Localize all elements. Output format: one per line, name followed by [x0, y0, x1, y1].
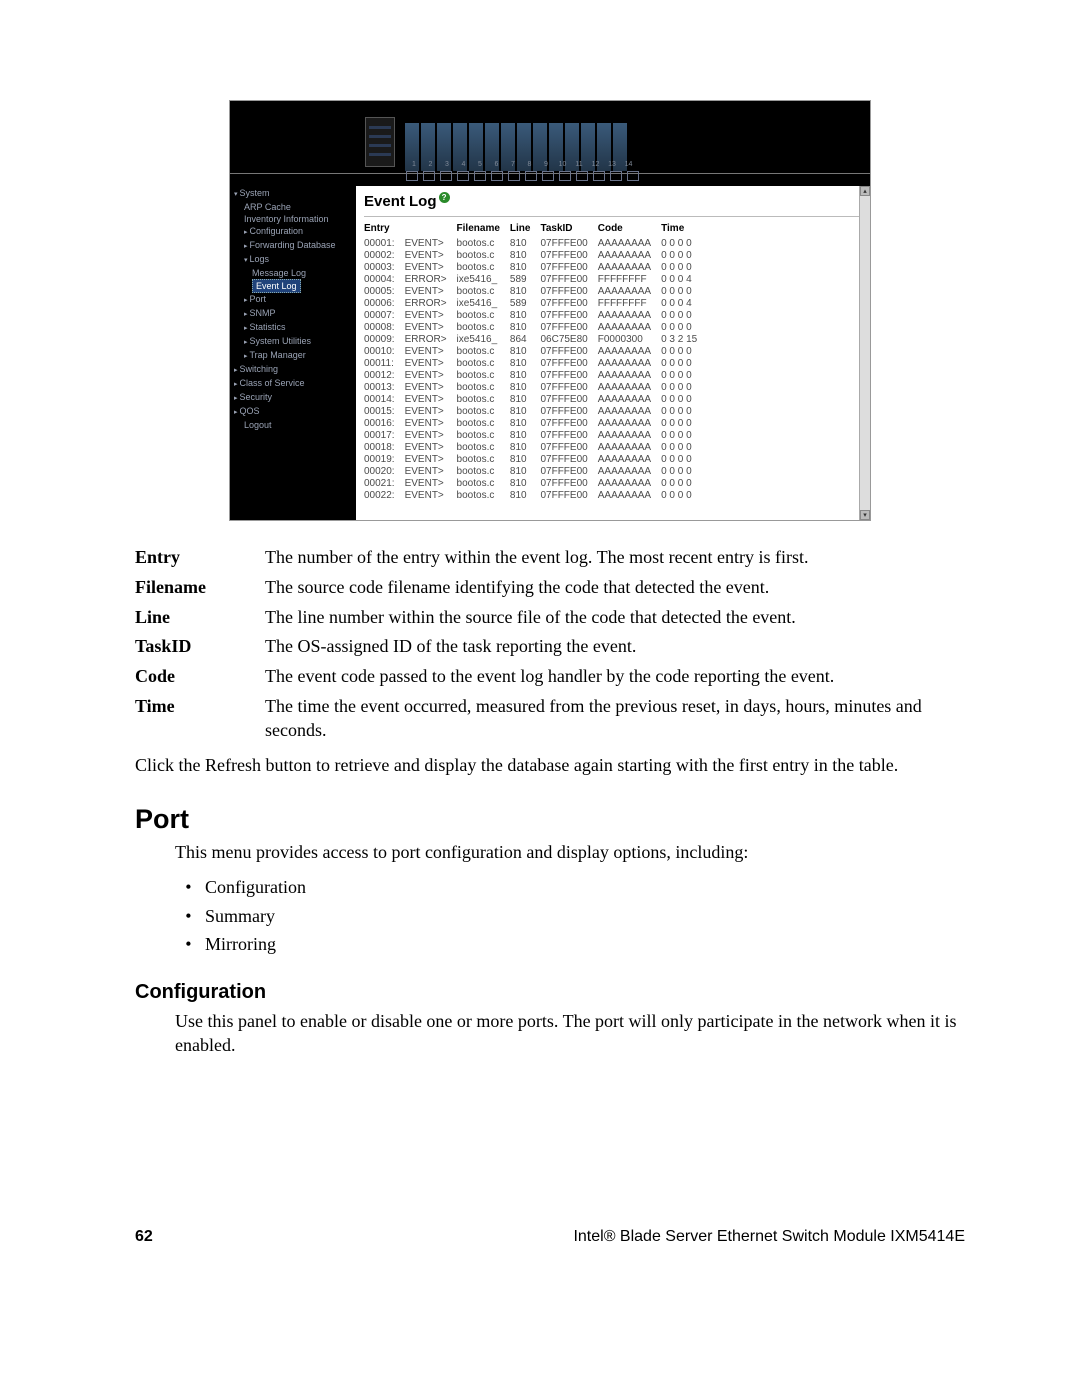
table-row: 00022:EVENT>bootos.c81007FFFE00AAAAAAAA0…: [364, 490, 707, 502]
refresh-note: Click the Refresh button to retrieve and…: [135, 754, 965, 778]
scrollbar[interactable]: ▴ ▾: [859, 186, 870, 520]
panel-title: Event Log?: [364, 192, 862, 214]
nav-item[interactable]: System Utilities: [234, 335, 354, 349]
nav-item[interactable]: Security: [234, 391, 354, 405]
def-term: Code: [135, 665, 265, 695]
port-intro: This menu provides access to port config…: [175, 841, 965, 865]
nav-item[interactable]: System: [234, 187, 354, 201]
nav-item[interactable]: Trap Manager: [234, 349, 354, 363]
def-desc: The number of the entry within the event…: [265, 546, 965, 576]
list-item: Summary: [205, 902, 965, 931]
configuration-text: Use this panel to enable or disable one …: [175, 1010, 965, 1058]
nav-item[interactable]: Class of Service: [234, 377, 354, 391]
table-row: 00017:EVENT>bootos.c81007FFFE00AAAAAAAA0…: [364, 430, 707, 442]
port-heading: Port: [135, 804, 965, 835]
def-term: TaskID: [135, 635, 265, 665]
nav-item[interactable]: Forwarding Database: [234, 239, 354, 253]
page-number: 62: [135, 1228, 153, 1246]
def-desc: The OS-assigned ID of the task reporting…: [265, 635, 965, 665]
nav-item[interactable]: Event Log: [234, 279, 354, 293]
table-row: 00009:ERROR>ixe5416_86406C75E80F00003000…: [364, 334, 707, 346]
table-row: 00015:EVENT>bootos.c81007FFFE00AAAAAAAA0…: [364, 406, 707, 418]
table-row: 00006:ERROR>ixe5416_58907FFFE00FFFFFFFF0…: [364, 298, 707, 310]
nav-item[interactable]: Configuration: [234, 225, 354, 239]
def-term: Line: [135, 606, 265, 636]
def-term: Filename: [135, 576, 265, 606]
table-row: 00010:EVENT>bootos.c81007FFFE00AAAAAAAA0…: [364, 346, 707, 358]
def-desc: The source code filename identifying the…: [265, 576, 965, 606]
page-footer: 62 Intel® Blade Server Ethernet Switch M…: [135, 1228, 965, 1246]
table-row: 00021:EVENT>bootos.c81007FFFE00AAAAAAAA0…: [364, 478, 707, 490]
nav-item[interactable]: SNMP: [234, 307, 354, 321]
table-row: 00013:EVENT>bootos.c81007FFFE00AAAAAAAA0…: [364, 382, 707, 394]
nav-item[interactable]: Logs: [234, 253, 354, 267]
def-desc: The event code passed to the event log h…: [265, 665, 965, 695]
nav-item[interactable]: QOS: [234, 405, 354, 419]
list-item: Configuration: [205, 873, 965, 902]
port-menu-list: ConfigurationSummaryMirroring: [205, 873, 965, 959]
nav-item[interactable]: Port: [234, 293, 354, 307]
navigation-tree[interactable]: SystemARP CacheInventory InformationConf…: [230, 186, 356, 520]
nav-item[interactable]: Message Log: [234, 267, 354, 279]
table-row: 00014:EVENT>bootos.c81007FFFE00AAAAAAAA0…: [364, 394, 707, 406]
table-row: 00011:EVENT>bootos.c81007FFFE00AAAAAAAA0…: [364, 358, 707, 370]
list-item: Mirroring: [205, 930, 965, 959]
field-definitions: EntryThe number of the entry within the …: [135, 546, 965, 748]
table-row: 00020:EVENT>bootos.c81007FFFE00AAAAAAAA0…: [364, 466, 707, 478]
table-row: 00018:EVENT>bootos.c81007FFFE00AAAAAAAA0…: [364, 442, 707, 454]
nav-item[interactable]: Logout: [234, 419, 354, 431]
def-desc: The time the event occurred, measured fr…: [265, 695, 965, 749]
nav-item[interactable]: Statistics: [234, 321, 354, 335]
table-row: 00002:EVENT>bootos.c81007FFFE00AAAAAAAA0…: [364, 250, 707, 262]
scroll-up-icon[interactable]: ▴: [860, 186, 870, 196]
scroll-down-icon[interactable]: ▾: [860, 510, 870, 520]
nav-item[interactable]: ARP Cache: [234, 201, 354, 213]
table-row: 00004:ERROR>ixe5416_58907FFFE00FFFFFFFF0…: [364, 274, 707, 286]
table-row: 00012:EVENT>bootos.c81007FFFE00AAAAAAAA0…: [364, 370, 707, 382]
table-row: 00001:EVENT>bootos.c81007FFFE00AAAAAAAA0…: [364, 238, 707, 250]
table-row: 00019:EVENT>bootos.c81007FFFE00AAAAAAAA0…: [364, 454, 707, 466]
configuration-heading: Configuration: [135, 981, 965, 1004]
table-row: 00008:EVENT>bootos.c81007FFFE00AAAAAAAA0…: [364, 322, 707, 334]
table-row: 00016:EVENT>bootos.c81007FFFE00AAAAAAAA0…: [364, 418, 707, 430]
def-term: Entry: [135, 546, 265, 576]
footer-title: Intel® Blade Server Ethernet Switch Modu…: [573, 1228, 965, 1246]
eventlog-screenshot: 1234567891011121314 SystemARP CacheInven…: [229, 100, 871, 521]
content-pane: Event Log? EntryFilenameLineTaskIDCodeTi…: [356, 186, 870, 520]
def-term: Time: [135, 695, 265, 749]
table-row: 00005:EVENT>bootos.c81007FFFE00AAAAAAAA0…: [364, 286, 707, 298]
help-icon[interactable]: ?: [439, 192, 450, 203]
table-row: 00007:EVENT>bootos.c81007FFFE00AAAAAAAA0…: [364, 310, 707, 322]
nav-item[interactable]: Inventory Information: [234, 213, 354, 225]
table-row: 00003:EVENT>bootos.c81007FFFE00AAAAAAAA0…: [364, 262, 707, 274]
def-desc: The line number within the source file o…: [265, 606, 965, 636]
event-log-table: EntryFilenameLineTaskIDCodeTime 00001:EV…: [364, 223, 707, 502]
nav-item[interactable]: Switching: [234, 363, 354, 377]
